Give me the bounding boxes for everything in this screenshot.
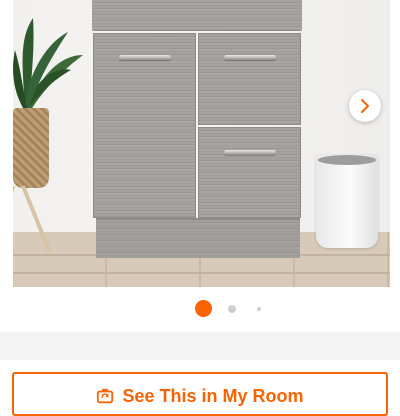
see-in-my-room-button[interactable]: See This in My Room bbox=[12, 372, 388, 416]
vanity-countertop bbox=[92, 0, 302, 30]
see-in-my-room-label: See This in My Room bbox=[122, 386, 304, 406]
drawer-handle bbox=[224, 55, 276, 60]
section-divider bbox=[0, 332, 400, 360]
vanity-drawer-bottom bbox=[198, 127, 301, 218]
chevron-right-icon bbox=[361, 99, 369, 113]
plant-leaves bbox=[13, 18, 83, 110]
carousel-dots bbox=[0, 299, 400, 319]
product-image[interactable] bbox=[13, 0, 390, 287]
vanity-door-left bbox=[93, 33, 196, 218]
camera-rotate-icon bbox=[97, 388, 114, 404]
carousel-dot-active[interactable] bbox=[195, 300, 212, 317]
waste-bin bbox=[316, 155, 378, 248]
floor-plank-line bbox=[13, 272, 390, 274]
door-handle bbox=[119, 55, 171, 60]
next-image-button[interactable] bbox=[349, 90, 381, 122]
carousel-dot[interactable] bbox=[257, 307, 261, 311]
drawer-handle bbox=[224, 150, 276, 155]
plant-basket bbox=[13, 108, 49, 188]
vanity-drawer-top bbox=[198, 33, 301, 125]
carousel-dot[interactable] bbox=[228, 305, 236, 313]
vanity-base-panel bbox=[96, 220, 300, 258]
waste-bin-rim bbox=[318, 155, 376, 165]
